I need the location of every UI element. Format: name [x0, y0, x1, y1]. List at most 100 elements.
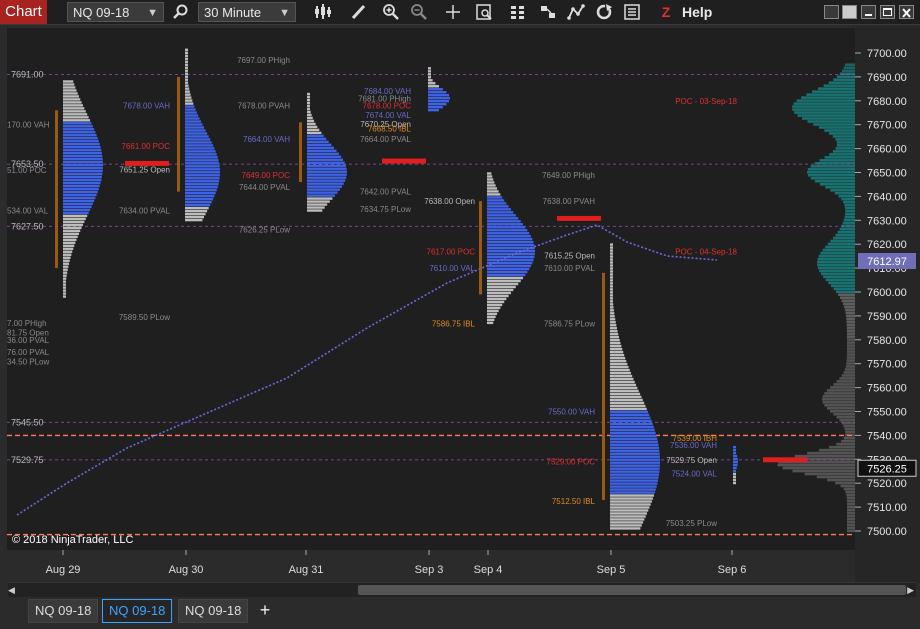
minimize-icon[interactable]	[861, 5, 876, 19]
volume-profile-bar	[846, 511, 855, 515]
volume-profile-bar	[842, 221, 855, 225]
horizontal-scrollbar[interactable]: ◀ ▶	[8, 582, 916, 597]
tpo-row	[63, 163, 103, 167]
tpo-row	[307, 152, 339, 155]
y-tick-label: 7590.00	[867, 311, 907, 323]
zoom-out-icon[interactable]	[409, 3, 429, 21]
tpo-row	[610, 434, 657, 437]
tpo-row	[610, 527, 641, 530]
left-level-label: 7627.50	[11, 221, 44, 231]
tpo-row	[610, 422, 653, 426]
volume-profile-bar	[822, 395, 855, 398]
scroll-left-icon[interactable]: ◀	[8, 585, 15, 596]
indicators-icon[interactable]	[508, 3, 528, 21]
tpo-row	[487, 208, 511, 211]
scrollbar-thumb[interactable]	[358, 585, 906, 595]
tpo-row	[610, 368, 630, 372]
zoom-in-icon[interactable]	[381, 3, 401, 21]
restore-icon[interactable]	[842, 5, 857, 19]
volume-profile-bar	[817, 263, 855, 267]
strategies-icon[interactable]	[538, 3, 558, 21]
tpo-row	[487, 193, 501, 196]
tpo-row	[185, 177, 220, 180]
level-label: 7664.00 PVAL	[360, 135, 412, 144]
volume-profile-bar	[841, 439, 855, 443]
bars-type-icon[interactable]	[313, 3, 333, 21]
interval-selector[interactable]: 30 Minute ▼	[198, 2, 296, 22]
chart-panel[interactable]: 7700.00 7690.00 7680.00 7670.00 7660.00 7650.…	[7, 28, 920, 583]
tpo-row	[428, 70, 431, 73]
tile-icon[interactable]	[824, 5, 839, 19]
tpo-row	[610, 497, 653, 500]
tpo-row	[63, 92, 78, 95]
properties-icon[interactable]	[622, 3, 642, 21]
tpo-row	[63, 292, 66, 295]
volume-profile-bar	[777, 463, 855, 467]
tpo-row	[487, 297, 507, 301]
tpo-row	[610, 365, 629, 369]
tpo-row	[307, 158, 344, 161]
y-tick-label: 7520.00	[867, 478, 907, 490]
tpo-row	[185, 90, 190, 93]
volume-profile-bar	[845, 490, 855, 494]
left-partial-label: 534.00 VAL	[7, 207, 49, 216]
tpo-row	[185, 144, 214, 147]
tpo-row	[610, 243, 613, 246]
level-label: 7649.00 PHigh	[542, 171, 595, 180]
crosshair-icon[interactable]	[443, 3, 463, 21]
tpo-row	[185, 150, 216, 153]
volume-profile-bar	[843, 200, 855, 204]
tpo-row	[185, 66, 188, 69]
tpo-row	[63, 98, 81, 101]
volume-profile-bar	[818, 254, 855, 258]
tpo-row	[63, 131, 96, 134]
tpo-row	[610, 333, 619, 336]
market-profile-chart[interactable]: 7700.00 7690.00 7680.00 7670.00 7660.00 7650.…	[7, 28, 920, 583]
pencil-icon[interactable]	[349, 3, 369, 21]
tpo-row	[185, 197, 214, 201]
level-label: 7617.00 POC	[427, 247, 476, 256]
volume-profile-bar	[846, 362, 855, 365]
tpo-row	[63, 199, 95, 203]
volume-profile-bar	[843, 218, 855, 222]
y-tick-label: 7680.00	[867, 96, 907, 108]
magnifier-icon[interactable]	[171, 3, 191, 21]
tpo-row	[307, 149, 337, 152]
volume-profile-bar	[819, 159, 855, 162]
copyright-text: © 2018 NinjaTrader, LLC	[12, 534, 134, 546]
tab-nq-3[interactable]: NQ 09-18	[178, 599, 249, 623]
tpo-row	[185, 192, 216, 195]
tpo-row	[185, 159, 219, 162]
tpo-row	[610, 464, 660, 467]
instrument-selector[interactable]: NQ 09-18 ▼	[67, 2, 164, 22]
y-tick-label: 7550.00	[867, 407, 907, 419]
zone-icon[interactable]: Z	[656, 3, 676, 21]
add-tab-button[interactable]: +	[255, 599, 275, 621]
volume-profile-bar	[819, 269, 855, 273]
tpo-row	[610, 431, 656, 435]
tpo-row	[307, 101, 310, 105]
scroll-right-icon[interactable]: ▶	[907, 585, 914, 596]
tpo-row	[428, 76, 431, 79]
drawing-tools-icon[interactable]	[566, 3, 586, 21]
tpo-row	[63, 193, 97, 197]
volume-profile-bar	[844, 427, 855, 431]
tpo-row	[487, 196, 503, 199]
close-icon[interactable]	[899, 5, 914, 19]
chart-title-tab[interactable]: Chart	[0, 0, 47, 24]
tpo-row	[307, 209, 323, 212]
volume-profile-bar	[793, 102, 855, 105]
volume-profile-bar	[838, 293, 855, 297]
x-tick-label: Aug 30	[169, 564, 204, 576]
data-box-icon[interactable]	[474, 3, 494, 21]
level-label: 7661.00 POC	[122, 142, 171, 151]
help-menu[interactable]: Help	[682, 2, 712, 22]
reload-icon[interactable]	[594, 3, 614, 21]
volume-profile-bar	[838, 194, 855, 198]
maximize-icon[interactable]	[880, 5, 895, 19]
level-label: 7536.00 VAH	[670, 441, 717, 450]
tab-nq-1[interactable]: NQ 09-18	[28, 599, 99, 623]
tab-nq-2[interactable]: NQ 09-18	[102, 599, 173, 623]
volume-profile-bar	[844, 63, 855, 67]
tpo-row	[63, 107, 85, 110]
